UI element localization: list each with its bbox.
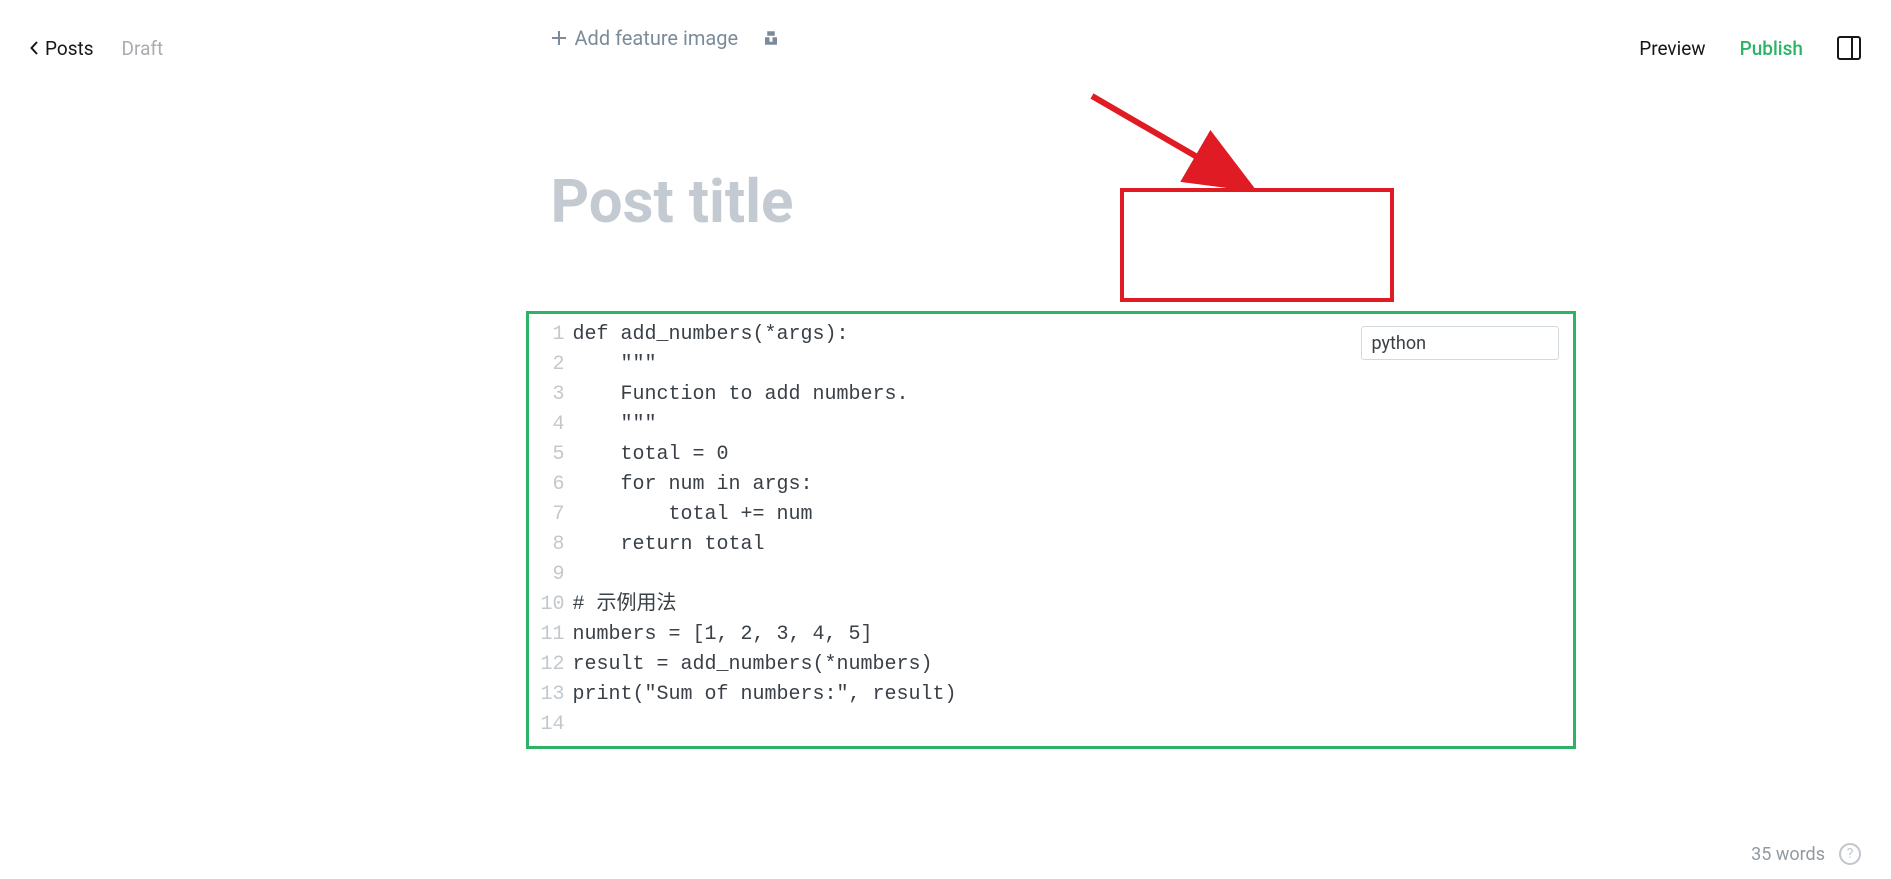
code-text[interactable]: total += num — [573, 500, 813, 530]
help-icon[interactable]: ? — [1839, 843, 1861, 865]
plus-icon — [551, 30, 567, 46]
add-feature-image-button[interactable]: Add feature image — [551, 26, 739, 50]
line-number: 11 — [529, 620, 573, 650]
line-number: 13 — [529, 680, 573, 710]
code-text[interactable]: total = 0 — [573, 440, 729, 470]
line-number: 2 — [529, 350, 573, 380]
code-lines-container[interactable]: 1def add_numbers(*args):2 """3 Function … — [529, 320, 1573, 740]
code-line[interactable]: 8 return total — [529, 530, 1573, 560]
code-block-card[interactable]: 1def add_numbers(*args):2 """3 Function … — [526, 311, 1576, 749]
feature-image-row: Add feature image — [551, 26, 781, 50]
topbar-left: Posts Draft — [30, 37, 163, 60]
line-number: 3 — [529, 380, 573, 410]
post-title-input[interactable] — [551, 166, 1351, 237]
footer: 35 words ? — [1751, 843, 1861, 865]
code-line[interactable]: 12result = add_numbers(*numbers) — [529, 650, 1573, 680]
code-line[interactable]: 10# 示例用法 — [529, 590, 1573, 620]
code-text[interactable]: # 示例用法 — [573, 590, 677, 620]
code-text[interactable]: """ — [573, 350, 657, 380]
back-to-posts-link[interactable]: Posts — [30, 37, 94, 60]
code-line[interactable]: 6 for num in args: — [529, 470, 1573, 500]
code-text[interactable]: Function to add numbers. — [573, 380, 909, 410]
word-count: 35 words — [1751, 844, 1825, 865]
back-label: Posts — [45, 37, 94, 60]
code-text[interactable]: for num in args: — [573, 470, 813, 500]
line-number: 12 — [529, 650, 573, 680]
code-text[interactable]: numbers = [1, 2, 3, 4, 5] — [573, 620, 873, 650]
code-line[interactable]: 4 """ — [529, 410, 1573, 440]
code-text[interactable]: def add_numbers(*args): — [573, 320, 849, 350]
topbar-right: Preview Publish — [1639, 36, 1861, 60]
code-line[interactable]: 7 total += num — [529, 500, 1573, 530]
code-text[interactable]: result = add_numbers(*numbers) — [573, 650, 933, 680]
sidebar-toggle-icon[interactable] — [1837, 36, 1861, 60]
line-number: 8 — [529, 530, 573, 560]
unsplash-icon[interactable] — [762, 29, 780, 47]
preview-button[interactable]: Preview — [1639, 37, 1705, 60]
line-number: 7 — [529, 500, 573, 530]
publish-button[interactable]: Publish — [1740, 37, 1803, 60]
code-line[interactable]: 11numbers = [1, 2, 3, 4, 5] — [529, 620, 1573, 650]
line-number: 5 — [529, 440, 573, 470]
line-number: 4 — [529, 410, 573, 440]
code-line[interactable]: 14 — [529, 710, 1573, 740]
line-number: 14 — [529, 710, 573, 740]
line-number: 9 — [529, 560, 573, 590]
code-language-input[interactable] — [1361, 326, 1559, 360]
code-line[interactable]: 13print("Sum of numbers:", result) — [529, 680, 1573, 710]
line-number: 10 — [529, 590, 573, 620]
code-text[interactable]: print("Sum of numbers:", result) — [573, 680, 957, 710]
code-line[interactable]: 9 — [529, 560, 1573, 590]
topbar: Posts Draft Preview Publish — [0, 0, 1891, 96]
add-feature-label: Add feature image — [575, 26, 739, 50]
chevron-left-icon — [30, 41, 39, 55]
code-line[interactable]: 3 Function to add numbers. — [529, 380, 1573, 410]
line-number: 1 — [529, 320, 573, 350]
code-text[interactable]: return total — [573, 530, 765, 560]
code-text[interactable]: """ — [573, 410, 657, 440]
code-line[interactable]: 5 total = 0 — [529, 440, 1573, 470]
line-number: 6 — [529, 470, 573, 500]
status-label: Draft — [122, 37, 164, 60]
